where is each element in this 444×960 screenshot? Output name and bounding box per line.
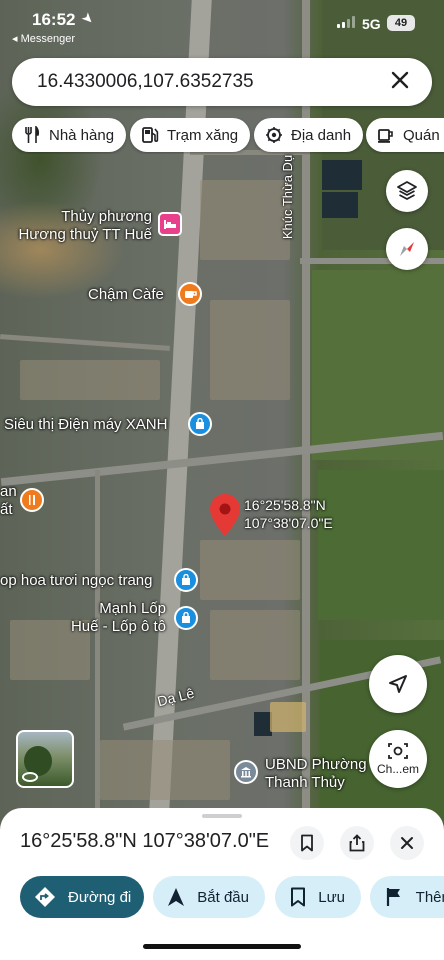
share-button[interactable] xyxy=(340,826,374,860)
sheet-drag-handle[interactable] xyxy=(202,814,242,818)
pin-coordinates-label: 16°25'58.8"N 107°38'07.0"E xyxy=(244,497,333,531)
action-label: Lưu xyxy=(318,888,345,906)
camera-lens-icon xyxy=(388,743,408,759)
shopping-bag-icon[interactable] xyxy=(188,412,212,436)
signal-icon xyxy=(337,16,355,28)
close-sheet-button[interactable] xyxy=(390,826,424,860)
cafe-icon[interactable] xyxy=(178,282,202,306)
action-label: Bắt đầu xyxy=(197,888,249,906)
status-time: 16:52 xyxy=(32,10,76,29)
chip-restaurants[interactable]: Nhà hàng xyxy=(12,118,127,152)
more-button[interactable]: Thêm xyxy=(370,876,444,918)
network-type: 5G xyxy=(362,16,381,32)
action-label: Thêm xyxy=(415,888,444,906)
status-bar: 16:52 ➤ ◂ Messenger 5G 49 xyxy=(0,0,444,50)
close-icon xyxy=(391,71,409,89)
government-icon[interactable] xyxy=(234,760,258,784)
chip-label: Quán c xyxy=(403,126,444,144)
navigation-arrow-icon xyxy=(167,885,185,909)
compass-icon xyxy=(400,242,414,256)
place-title: 16°25'58.8"N 107°38'07.0"E xyxy=(20,830,270,852)
back-to-messenger[interactable]: ◂ Messenger xyxy=(12,32,75,45)
place-label-thuy-phuong[interactable]: Thủy phương Hương thuỷ TT Huế xyxy=(8,208,152,244)
coffee-icon xyxy=(376,125,396,145)
place-label-ubnd[interactable]: UBND Phường Thanh Thủy xyxy=(265,756,367,792)
search-bar[interactable]: 16.4330006,107.6352735 xyxy=(12,58,432,106)
restaurant-icon[interactable] xyxy=(20,488,44,512)
flag-icon xyxy=(384,885,404,909)
bookmark-icon xyxy=(289,885,306,909)
shopping-bag-icon[interactable] xyxy=(174,606,198,630)
category-chips: Nhà hàng Trạm xăng Địa danh Quán c xyxy=(12,118,444,154)
save-bookmark-button[interactable] xyxy=(290,826,324,860)
place-label-cham-cafe[interactable]: Chậm Càfe xyxy=(88,286,164,304)
map-pin-icon xyxy=(210,494,240,536)
lens-button[interactable]: Ch...em xyxy=(369,730,427,788)
directions-button[interactable]: Đường đi xyxy=(20,876,144,918)
close-icon xyxy=(401,837,413,849)
action-label: Đường đi xyxy=(68,888,132,906)
clear-search-button[interactable] xyxy=(384,66,416,98)
road-label-khuc-thua-du: Khúc Thừa Dụ xyxy=(280,154,296,240)
shopping-bag-icon[interactable] xyxy=(174,568,198,592)
save-button[interactable]: Lưu xyxy=(275,876,361,918)
dropped-pin[interactable] xyxy=(210,494,240,536)
layers-icon xyxy=(397,181,417,200)
start-button[interactable]: Bắt đầu xyxy=(153,876,265,918)
place-label-hoa-tuoi[interactable]: op hoa tươi ngọc trang xyxy=(0,572,152,590)
directions-icon xyxy=(34,885,56,909)
lens-label: Ch...em xyxy=(376,762,419,776)
gas-station-icon xyxy=(140,125,160,145)
chip-label: Trạm xăng xyxy=(167,126,239,144)
rotate-360-icon xyxy=(22,772,38,782)
hotel-icon[interactable] xyxy=(158,212,182,236)
navigation-arrow-icon xyxy=(389,675,407,693)
action-buttons: Đường đi Bắt đầu Lưu Thêm xyxy=(20,876,444,920)
location-arrow-icon: ➤ xyxy=(78,8,99,28)
chip-coffee[interactable]: Quán c xyxy=(366,118,444,152)
my-location-button[interactable] xyxy=(369,655,427,713)
chip-landmarks[interactable]: Địa danh xyxy=(254,118,364,152)
chip-label: Nhà hàng xyxy=(49,126,115,144)
place-label-manh-lop[interactable]: Mạnh Lốp Huế - Lốp ô tô xyxy=(40,600,166,636)
search-input[interactable]: 16.4330006,107.6352735 xyxy=(37,71,254,93)
home-indicator[interactable] xyxy=(143,944,301,949)
compass-button[interactable] xyxy=(386,228,428,270)
street-view-thumbnail[interactable] xyxy=(16,730,74,788)
place-label-dien-may-xanh[interactable]: Siêu thị Điện máy XANH xyxy=(4,416,167,434)
map-layers-button[interactable] xyxy=(386,170,428,212)
place-bottom-sheet[interactable]: 16°25'58.8"N 107°38'07.0"E Đường đi Bắt … xyxy=(0,808,444,960)
landmark-icon xyxy=(264,125,284,145)
share-icon xyxy=(349,834,365,852)
place-label-restaurant-left[interactable]: an ất xyxy=(0,483,17,519)
chip-label: Địa danh xyxy=(291,126,352,144)
bookmark-icon xyxy=(301,834,313,852)
chip-gas-stations[interactable]: Trạm xăng xyxy=(130,118,251,152)
restaurant-icon xyxy=(22,125,42,145)
battery-icon: 49 xyxy=(387,15,415,31)
